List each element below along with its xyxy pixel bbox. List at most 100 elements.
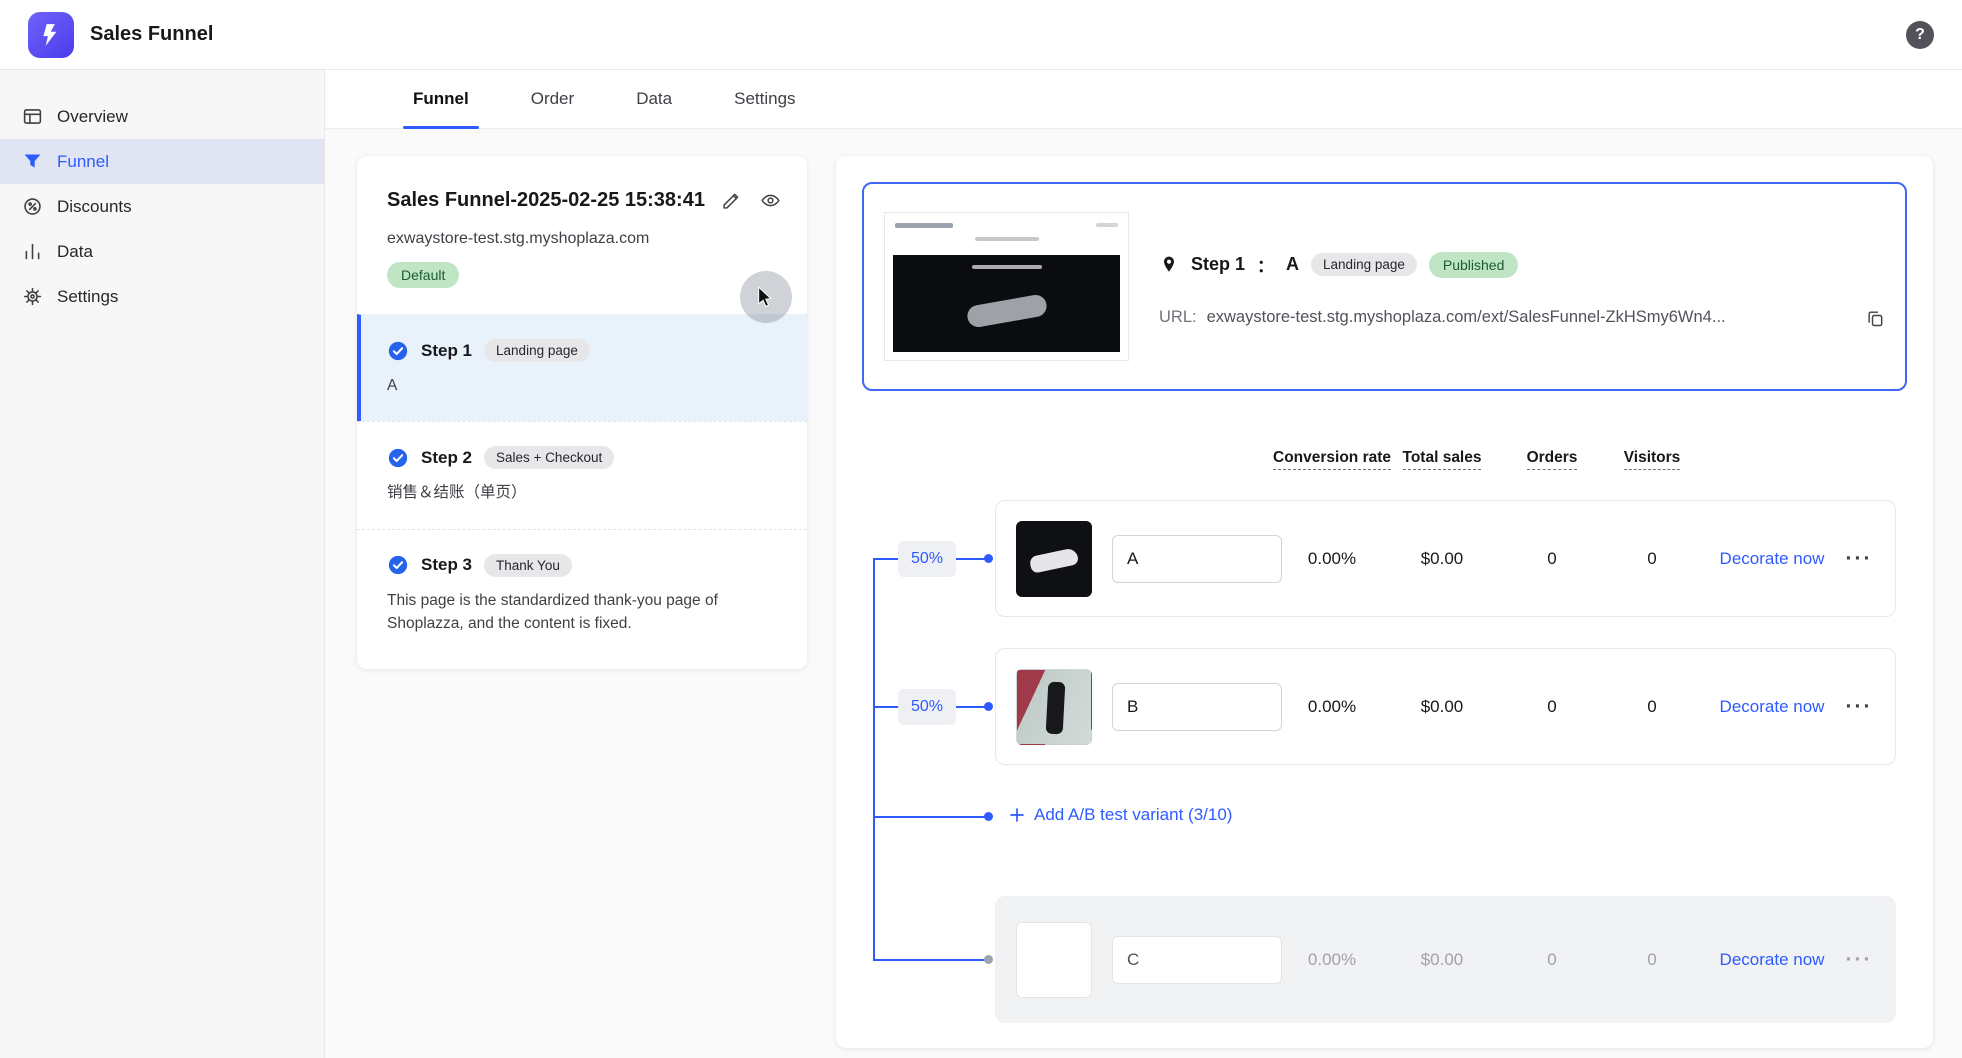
- sidebar-item-label: Funnel: [57, 151, 109, 171]
- eye-icon: [761, 194, 780, 207]
- row-menu-button[interactable]: ···: [1842, 547, 1876, 571]
- sidebar-item-label: Data: [57, 241, 93, 261]
- tab-settings[interactable]: Settings: [718, 70, 811, 128]
- variants-table-header: Conversion rate Total sales Orders Visit…: [995, 444, 1896, 474]
- step-description: A: [387, 377, 398, 394]
- lightning-logo-icon: [43, 23, 57, 46]
- variant-a-total-sales: $0.00: [1420, 548, 1464, 568]
- tab-label: Order: [530, 89, 575, 108]
- step-type-badge: Thank You: [484, 553, 572, 577]
- column-conversion-rate: Conversion rate: [1273, 449, 1392, 470]
- edit-funnel-button[interactable]: [721, 190, 742, 211]
- sidebar-item-label: Discounts: [57, 196, 132, 216]
- bar-chart-icon: [25, 243, 40, 260]
- tab-data[interactable]: Data: [620, 70, 688, 128]
- tab-label: Settings: [734, 89, 796, 108]
- gear-icon: [23, 287, 42, 306]
- column-orders: Orders: [1526, 449, 1578, 470]
- preview-funnel-button[interactable]: [760, 190, 781, 211]
- funnel-title-actions: [721, 190, 781, 211]
- funnel-card-head: Sales Funnel-2025-02-25 15:38:41 exwayst…: [357, 156, 807, 288]
- row-menu-button[interactable]: ···: [1842, 695, 1876, 719]
- variant-row-b: 0.00% $0.00 0 0 Decorate now ···: [995, 648, 1896, 765]
- plus-icon: [1010, 808, 1024, 822]
- variant-b-orders: 0: [1547, 696, 1557, 716]
- step-url: exwaystore-test.stg.myshoplaza.com/ext/S…: [1206, 308, 1726, 326]
- funnel-domain: exwaystore-test.stg.myshoplaza.com: [387, 230, 650, 247]
- tab-label: Data: [636, 89, 673, 108]
- help-question-icon: ?: [1915, 25, 1925, 43]
- variant-c-visitors: 0: [1647, 949, 1657, 969]
- variant-c-name-input[interactable]: [1112, 935, 1282, 984]
- add-ab-test-variant-button[interactable]: Add A/B test variant (3/10): [1008, 805, 1232, 825]
- traffic-split-b: 50%: [898, 689, 956, 725]
- variant-a-conversion: 0.00%: [1307, 548, 1357, 568]
- variant-b-total-sales: $0.00: [1420, 696, 1464, 716]
- decorate-now-link[interactable]: Decorate now: [1702, 697, 1842, 717]
- app-logo: [28, 11, 74, 58]
- tab-funnel[interactable]: Funnel: [397, 70, 485, 129]
- selected-step-box: Step 1 ： A Landing page Published URL: e…: [862, 182, 1907, 391]
- tree-branch-line: [873, 816, 988, 818]
- step-preview-thumbnail: [884, 212, 1129, 361]
- step-colon: ：: [1257, 257, 1275, 276]
- app-header: Sales Funnel ?: [0, 0, 1962, 70]
- step-label: Step 3: [421, 555, 473, 574]
- default-badge: Default: [387, 262, 460, 288]
- step-type-badge: Landing page: [484, 339, 590, 362]
- tree-node-dot: [984, 812, 993, 821]
- sidebar-item-settings[interactable]: Settings: [0, 274, 324, 319]
- overview-icon: [23, 109, 42, 124]
- step-check-icon: [387, 554, 409, 576]
- step-detail-card: Step 1 ： A Landing page Published URL: e…: [836, 156, 1933, 1048]
- sidebar-item-discounts[interactable]: Discounts: [0, 184, 324, 229]
- variant-c-total-sales: $0.00: [1420, 949, 1464, 969]
- sidebar-item-label: Settings: [57, 286, 119, 306]
- row-menu-button[interactable]: ···: [1842, 948, 1876, 972]
- funnel-icon: [24, 154, 41, 168]
- tree-node-dot-disabled: [984, 955, 993, 964]
- tree-branch-line: [873, 959, 988, 961]
- url-label: URL:: [1159, 308, 1197, 326]
- traffic-split-a: 50%: [898, 541, 956, 577]
- sidebar-item-overview[interactable]: Overview: [0, 94, 324, 139]
- variant-c-conversion: 0.00%: [1307, 949, 1357, 969]
- step-check-icon: [387, 340, 409, 362]
- funnel-title: Sales Funnel-2025-02-25 15:38:41: [387, 189, 705, 211]
- step-description: This page is the standardized thank-you …: [387, 591, 718, 632]
- decorate-now-link[interactable]: Decorate now: [1702, 950, 1842, 970]
- help-button[interactable]: ?: [1906, 20, 1934, 49]
- variant-b-conversion: 0.00%: [1307, 696, 1357, 716]
- tab-label: Funnel: [413, 89, 469, 108]
- variant-b-thumbnail: [1016, 668, 1092, 745]
- tab-bar: Funnel Order Data Settings: [325, 70, 1962, 129]
- variant-a-name-input[interactable]: [1112, 534, 1282, 583]
- funnel-steps-list: Step 1 Landing page A Step 2 Sales + Che…: [357, 314, 807, 659]
- column-visitors: Visitors: [1623, 449, 1681, 470]
- page-title: Sales Funnel: [90, 23, 214, 45]
- sidebar-item-data[interactable]: Data: [0, 229, 324, 274]
- variant-row-c: 0.00% $0.00 0 0 Decorate now ···: [995, 896, 1896, 1023]
- step-item-3[interactable]: Step 3 Thank You This page is the standa…: [357, 528, 807, 660]
- tree-trunk-line: [873, 558, 875, 960]
- decorate-now-link[interactable]: Decorate now: [1702, 549, 1842, 569]
- location-pin-icon: [1159, 255, 1179, 275]
- step-item-1[interactable]: Step 1 Landing page A: [357, 314, 807, 422]
- tab-order[interactable]: Order: [515, 70, 590, 128]
- variant-b-visitors: 0: [1647, 696, 1657, 716]
- selected-step-label: Step 1: [1191, 254, 1246, 274]
- published-badge: Published: [1428, 251, 1519, 278]
- step-label: Step 1: [421, 340, 473, 360]
- variant-a-orders: 0: [1547, 548, 1557, 568]
- variant-c-thumbnail: [1016, 921, 1092, 998]
- sidebar-item-funnel[interactable]: Funnel: [0, 139, 324, 184]
- tree-node-dot: [984, 554, 993, 563]
- variant-b-name-input[interactable]: [1112, 682, 1282, 731]
- step-item-2[interactable]: Step 2 Sales + Checkout 销售＆结账（单页）: [357, 421, 807, 528]
- step-check-icon: [387, 447, 409, 469]
- add-variant-label: Add A/B test variant (3/10): [1034, 805, 1233, 824]
- variant-c-orders: 0: [1547, 949, 1557, 969]
- discount-icon: [24, 198, 41, 215]
- step-type-badge: Landing page: [1311, 253, 1417, 276]
- copy-url-button[interactable]: [1865, 308, 1885, 328]
